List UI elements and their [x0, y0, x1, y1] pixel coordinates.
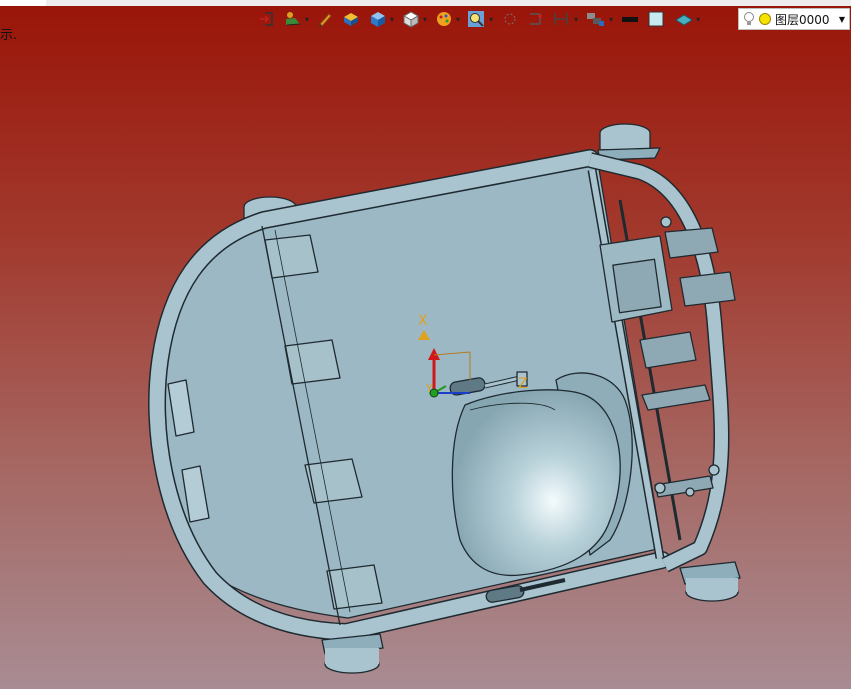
- axis-z-label: Z: [518, 376, 528, 392]
- layer-stack-icon: [587, 13, 605, 26]
- render-style-button[interactable]: ▾: [281, 9, 311, 29]
- black-rect-icon: [622, 17, 639, 22]
- section-icon: [530, 13, 543, 25]
- black-rect-button[interactable]: [618, 9, 642, 29]
- wheel-lower-right: [679, 561, 741, 602]
- color-swatch-icon: [648, 11, 664, 27]
- cube-view-icon: [371, 12, 386, 27]
- render-style-icon: [286, 12, 301, 26]
- palette-button[interactable]: ▾: [432, 9, 462, 29]
- wheel-lower-left: [321, 633, 384, 674]
- layer-stack-button[interactable]: ▾: [583, 9, 615, 29]
- sun-icon: [759, 13, 771, 25]
- shaded-box-button[interactable]: [339, 9, 363, 29]
- chevron-down-icon: ▾: [456, 14, 461, 24]
- chevron-down-icon: ▼: [838, 14, 845, 24]
- plane-icon: [675, 14, 694, 26]
- axis-x-label: X: [418, 313, 428, 329]
- chevron-down-icon: ▾: [390, 14, 395, 24]
- palette-icon: [437, 12, 452, 26]
- white-cube-icon: [403, 11, 420, 28]
- chevron-down-icon: ▾: [609, 14, 614, 24]
- dotted-circle-button[interactable]: [498, 9, 522, 29]
- pencil-icon: [319, 13, 332, 27]
- plane-button[interactable]: ▾: [672, 9, 702, 29]
- model-viewport[interactable]: X Z Y: [0, 30, 851, 689]
- chevron-down-icon: ▾: [423, 14, 428, 24]
- wheel-upper-right: [597, 123, 661, 161]
- tab-stub: [0, 0, 46, 6]
- zoom-fit-button[interactable]: ▾: [465, 9, 495, 29]
- title-strip: [0, 0, 851, 6]
- zoom-fit-icon: [468, 11, 485, 27]
- exit-icon: [260, 12, 273, 26]
- lightbulb-icon: [744, 12, 754, 25]
- shaded-box-icon: [344, 13, 359, 26]
- color-swatch-button[interactable]: [645, 9, 669, 29]
- measure-button[interactable]: ▾: [550, 9, 580, 29]
- cube-view-button[interactable]: ▾: [366, 9, 396, 29]
- axis-y-label: Y: [425, 382, 433, 395]
- layer-select[interactable]: 图层0000 ▼: [738, 8, 850, 30]
- chevron-down-icon: ▾: [574, 14, 579, 24]
- white-cube-button[interactable]: ▾: [399, 9, 429, 29]
- view-toolbar: ▾ ▾ ▾ ▾ ▾ ▾ ▾ ▾: [256, 8, 702, 30]
- chevron-down-icon: ▾: [305, 14, 310, 24]
- section-button[interactable]: [525, 9, 547, 29]
- exit-button[interactable]: [256, 9, 278, 29]
- dotted-circle-icon: [504, 13, 516, 25]
- pencil-button[interactable]: [314, 9, 336, 29]
- chevron-down-icon: ▾: [696, 14, 701, 24]
- cart-model: [148, 123, 741, 674]
- chevron-down-icon: ▾: [489, 14, 494, 24]
- layer-select-value: 图层0000: [775, 12, 830, 27]
- measure-icon: [554, 13, 568, 25]
